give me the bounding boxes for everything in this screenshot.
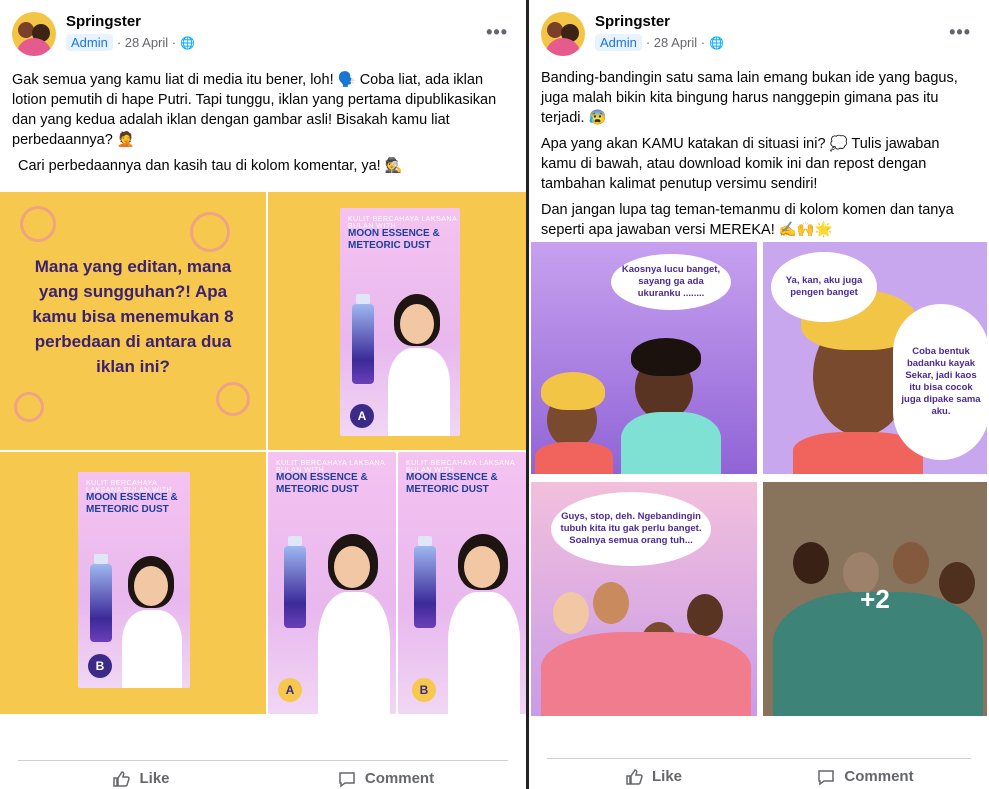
comic-panel[interactable]: Kaosnya lucu banget, sayang ga ada ukura… (529, 240, 759, 476)
ad-image-tile[interactable]: KULIT BERCAHAYA LAKSANA BULAN WITH MOON … (268, 192, 526, 450)
comic-panel-more[interactable]: +2 (761, 480, 989, 718)
post-paragraph: Dan jangan lupa tag teman-temanmu di kol… (541, 202, 954, 238)
post-date[interactable]: · 28 April · (117, 35, 176, 50)
avatar[interactable] (541, 12, 585, 56)
ad-image-tile[interactable]: KULIT BERCAHAYA LAKSANA BULAN WITH MOON … (398, 452, 526, 714)
post-left: Springster Admin · 28 April · 🌐 ••• Gak … (0, 0, 526, 789)
author-name[interactable]: Springster (66, 13, 141, 30)
more-images-count[interactable]: +2 (763, 482, 987, 716)
globe-icon: 🌐 (180, 35, 196, 50)
post-paragraph: Gak semua yang kamu liat di media itu be… (12, 72, 497, 148)
admin-badge: Admin (595, 34, 642, 51)
globe-icon: 🌐 (709, 35, 725, 50)
ad-title: MOON ESSENCE & METEORIC DUST (406, 472, 498, 495)
post-paragraph: Cari perbedaannya dan kasih tau di kolom… (18, 158, 403, 174)
ad-title: MOON ESSENCE & METEORIC DUST (86, 492, 178, 515)
post-right: Springster Admin · 28 April · 🌐 ••• Band… (529, 0, 989, 789)
ad-image-tile[interactable]: KULIT BERCAHAYA LAKSANA BULAN WITH MOON … (268, 452, 396, 714)
more-options-icon[interactable]: ••• (486, 22, 508, 43)
ad-image-tile[interactable]: KULIT BERCAHAYA LAKSANA BULAN WITH MOON … (0, 452, 266, 714)
speech-bubble: Guys, stop, deh. Ngebandingin tubuh kita… (551, 492, 711, 566)
comment-button[interactable]: Comment (263, 761, 508, 789)
comment-button[interactable]: Comment (759, 759, 971, 789)
post-actions: Like Comment (18, 760, 508, 789)
post-paragraph: Banding-bandingin satu sama lain emang b… (541, 70, 958, 126)
ad-title: MOON ESSENCE & METEORIC DUST (276, 472, 368, 495)
post-actions: Like Comment (547, 758, 971, 789)
variant-badge: A (278, 678, 302, 702)
like-button[interactable]: Like (18, 761, 263, 789)
post-header: Springster Admin · 28 April · 🌐 ••• (12, 12, 514, 58)
ad-card: KULIT BERCAHAYA LAKSANA BULAN WITH MOON … (268, 452, 396, 714)
ad-card: KULIT BERCAHAYA LAKSANA BULAN WITH MOON … (78, 472, 190, 688)
post-meta: Admin · 28 April · 🌐 (595, 34, 724, 51)
post-paragraph: Apa yang akan KAMU katakan di situasi in… (541, 136, 940, 192)
ad-title: MOON ESSENCE & METEORIC DUST (348, 228, 440, 251)
post-text: Banding-bandingin satu sama lain emang b… (541, 68, 977, 246)
variant-badge: A (350, 404, 374, 428)
post-text: Gak semua yang kamu liat di media itu be… (12, 70, 514, 182)
admin-badge: Admin (66, 34, 113, 51)
more-options-icon[interactable]: ••• (949, 22, 971, 43)
variant-badge: B (412, 678, 436, 702)
speech-bubble: Coba bentuk badanku kayak Sekar, jadi ka… (893, 304, 987, 460)
post-header: Springster Admin · 28 April · 🌐 ••• (541, 12, 977, 58)
intro-text: Mana yang editan, mana yang sungguhan?! … (32, 257, 234, 376)
comment-icon (339, 771, 355, 787)
like-label: Like (139, 770, 170, 787)
comic-panel[interactable]: Guys, stop, deh. Ngebandingin tubuh kita… (529, 480, 759, 718)
variant-badge: B (88, 654, 112, 678)
comment-label: Comment (844, 768, 914, 785)
like-icon (113, 770, 131, 787)
avatar[interactable] (12, 12, 56, 56)
ad-card: KULIT BERCAHAYA LAKSANA BULAN WITH MOON … (340, 208, 460, 436)
like-label: Like (651, 768, 682, 785)
speech-bubble: Ya, kan, aku juga pengen banget (771, 252, 877, 322)
like-button[interactable]: Like (547, 759, 759, 789)
post-date[interactable]: · 28 April · (646, 35, 705, 50)
ad-card: KULIT BERCAHAYA LAKSANA BULAN WITH MOON … (398, 452, 526, 714)
post-meta: Admin · 28 April · 🌐 (66, 34, 195, 51)
image-grid[interactable]: Mana yang editan, mana yang sungguhan?! … (0, 192, 526, 714)
comic-panel[interactable]: Ya, kan, aku juga pengen banget Coba ben… (761, 240, 989, 476)
comment-icon (818, 769, 835, 785)
like-icon (626, 768, 643, 785)
author-name[interactable]: Springster (595, 13, 670, 30)
comic-grid[interactable]: Kaosnya lucu banget, sayang ga ada ukura… (529, 240, 989, 718)
comment-label: Comment (364, 770, 435, 787)
intro-image-tile[interactable]: Mana yang editan, mana yang sungguhan?! … (0, 192, 266, 450)
speech-bubble: Kaosnya lucu banget, sayang ga ada ukura… (611, 254, 731, 310)
